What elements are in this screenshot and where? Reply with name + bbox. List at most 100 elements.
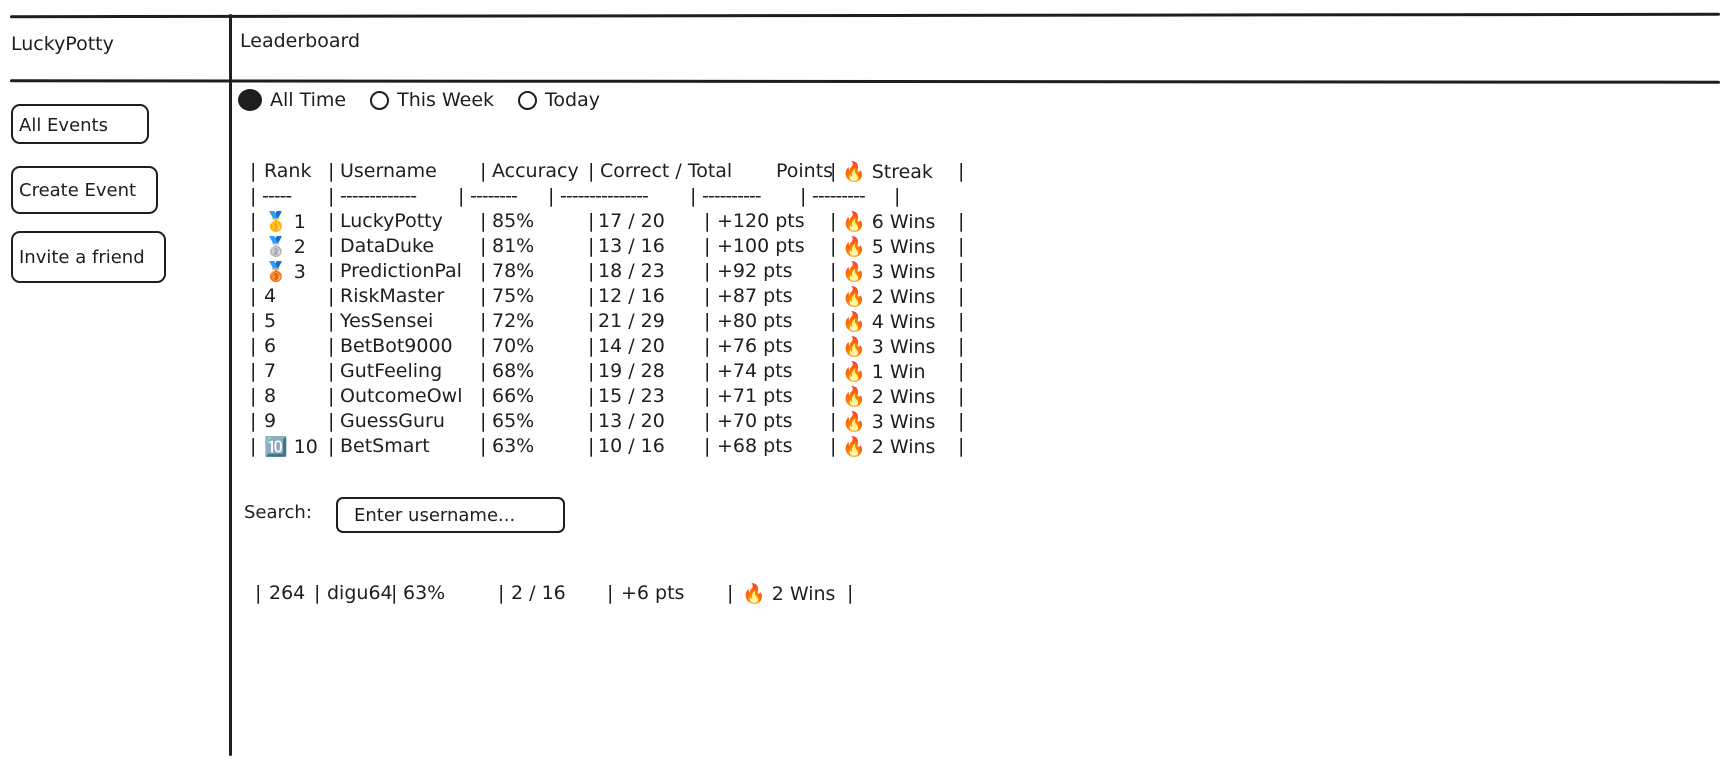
cell-rank: 6	[264, 335, 277, 357]
filter-today[interactable]: Today	[518, 89, 600, 111]
cell-correct-total: 14 / 20	[598, 335, 665, 357]
header-correct-total: Correct / Total	[600, 160, 733, 182]
cell-rank: 4	[264, 285, 277, 307]
cell-accuracy: 68%	[492, 360, 535, 382]
cell-divider: |	[704, 435, 711, 457]
header-points: Points	[776, 160, 834, 182]
cell-divider: |	[958, 410, 965, 432]
cell-rank: 8	[264, 385, 277, 407]
cell-divider: |	[250, 235, 257, 257]
cell-divider: |	[830, 410, 837, 432]
cell-divider: |	[480, 385, 487, 407]
cell-streak: 🔥 1 Win	[842, 361, 926, 383]
cell-username: DataDuke	[340, 235, 435, 257]
cell-streak: 🔥 3 Wins	[842, 336, 936, 358]
cell-divider: |	[328, 260, 335, 282]
cell-correct-total: 13 / 20	[598, 410, 665, 432]
user-accuracy: 63%	[403, 582, 446, 604]
cell-divider: |	[588, 260, 595, 282]
search-input[interactable]	[336, 497, 565, 533]
cell-divider: |	[480, 360, 487, 382]
user-points: +6 pts	[621, 582, 685, 604]
cell-divider: |	[704, 210, 711, 232]
cell-username: RiskMaster	[340, 285, 445, 307]
cell-streak: 🔥 5 Wins	[842, 236, 936, 258]
cell-streak: 🔥 3 Wins	[842, 261, 936, 283]
cell-divider: |	[250, 360, 257, 382]
cell-divider: |	[958, 310, 965, 332]
cell-divider: |	[830, 210, 837, 232]
cell-divider: |	[480, 310, 487, 332]
cell-username: OutcomeOwl	[340, 385, 463, 407]
cell-accuracy: 85%	[492, 210, 535, 232]
cell-correct-total: 10 / 16	[598, 435, 665, 457]
cell-divider: |	[480, 435, 487, 457]
cell-divider: |	[830, 385, 837, 407]
radio-selected-icon	[238, 89, 262, 111]
user-correct-total: 2 / 16	[511, 582, 566, 604]
cell-points: +100 pts	[717, 235, 805, 257]
separator-points: ----------	[702, 185, 762, 207]
time-filter: All Time This Week Today	[238, 89, 624, 111]
cell-divider: |	[480, 235, 487, 257]
cell-divider: |	[588, 335, 595, 357]
filter-this-week[interactable]: This Week	[370, 89, 494, 111]
cell-divider: |	[830, 260, 837, 282]
cell-divider: |	[830, 360, 837, 382]
cell-correct-total: 17 / 20	[598, 210, 665, 232]
cell-points: +80 pts	[717, 310, 793, 332]
cell-divider: |	[588, 360, 595, 382]
cell-divider: |	[480, 335, 487, 357]
cell-divider: |	[958, 385, 965, 407]
cell-correct-total: 12 / 16	[598, 285, 665, 307]
cell-streak: 🔥 2 Wins	[842, 386, 936, 408]
create-event-button[interactable]: Create Event	[11, 166, 158, 214]
cell-divider: |	[250, 335, 257, 357]
separator-username: -------------	[340, 185, 417, 207]
cell-accuracy: 70%	[492, 335, 535, 357]
cell-divider: |	[588, 310, 595, 332]
radio-icon	[370, 90, 390, 110]
cell-rank: 🥉 3	[264, 261, 306, 283]
cell-correct-total: 19 / 28	[598, 360, 665, 382]
cell-rank: 9	[264, 410, 277, 432]
invite-friend-button[interactable]: Invite a friend	[11, 231, 166, 283]
cell-points: +76 pts	[717, 335, 793, 357]
cell-divider: |	[328, 435, 335, 457]
all-events-button[interactable]: All Events	[11, 104, 149, 144]
cell-streak: 🔥 4 Wins	[842, 311, 936, 333]
cell-divider: |	[704, 360, 711, 382]
cell-correct-total: 13 / 16	[598, 235, 665, 257]
cell-divider: |	[704, 260, 711, 282]
cell-divider: |	[704, 285, 711, 307]
cell-divider: |	[958, 235, 965, 257]
user-rank: 264	[269, 582, 306, 604]
cell-accuracy: 63%	[492, 435, 535, 457]
cell-rank: 5	[264, 310, 277, 332]
cell-username: BetBot9000	[340, 335, 453, 357]
header-accuracy: Accuracy	[492, 160, 579, 182]
page-title: Leaderboard	[240, 30, 361, 52]
cell-username: BetSmart	[340, 435, 430, 457]
separator-accuracy: --------	[470, 185, 518, 207]
cell-rank: 🥈 2	[264, 236, 306, 258]
cell-divider: |	[588, 235, 595, 257]
cell-divider: |	[704, 235, 711, 257]
cell-divider: |	[830, 235, 837, 257]
cell-divider: |	[250, 260, 257, 282]
cell-rank: 7	[264, 360, 277, 382]
cell-divider: |	[958, 360, 965, 382]
filter-all-time[interactable]: All Time	[238, 89, 346, 111]
cell-streak: 🔥 3 Wins	[842, 411, 936, 433]
cell-divider: |	[830, 285, 837, 307]
filter-label: All Time	[270, 89, 347, 111]
cell-points: +68 pts	[717, 435, 793, 457]
cell-divider: |	[328, 210, 335, 232]
cell-divider: |	[480, 260, 487, 282]
cell-points: +120 pts	[717, 210, 805, 232]
header-streak: 🔥 Streak	[842, 161, 933, 183]
header-username: Username	[340, 160, 437, 182]
cell-accuracy: 65%	[492, 410, 535, 432]
cell-divider: |	[588, 410, 595, 432]
search-label: Search:	[244, 502, 312, 523]
